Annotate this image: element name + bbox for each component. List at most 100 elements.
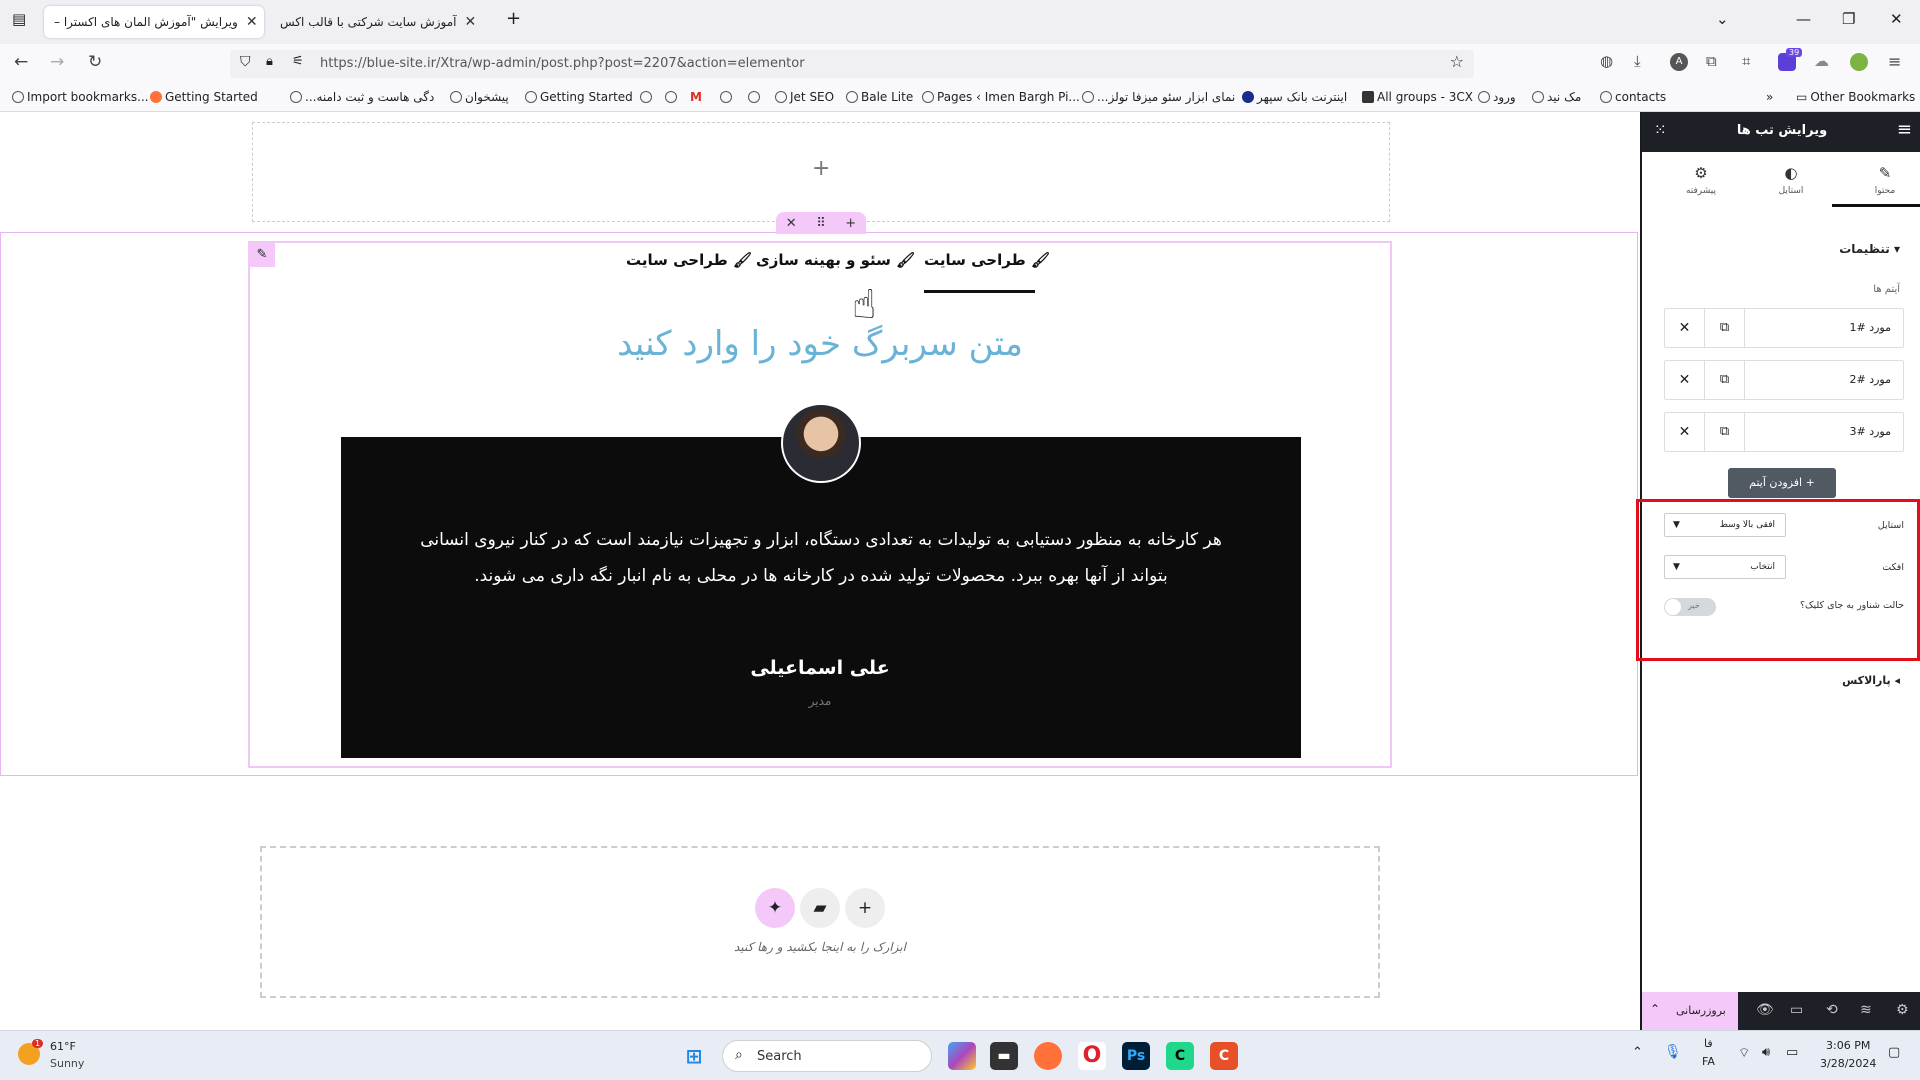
chevron-down-icon[interactable]: ⌄ xyxy=(1716,10,1729,28)
notification-icon[interactable]: ▢ xyxy=(1888,1045,1900,1060)
language-top[interactable]: فا xyxy=(1704,1037,1713,1050)
bookmark-star-icon[interactable]: ☆ xyxy=(1450,52,1464,71)
browser-tab[interactable]: آموزش سایت شرکتی با قالب اکس ✕ xyxy=(270,6,486,38)
tab-content[interactable]: ✎ محتوا xyxy=(1850,164,1920,196)
globe-icon[interactable] xyxy=(640,90,655,104)
tab-title-1[interactable]: 🖌︎ طراحی سایت xyxy=(924,251,1050,269)
minimize-icon[interactable]: — xyxy=(1796,10,1811,28)
section-handle[interactable]: ✕ ⠿ + xyxy=(776,212,866,234)
bookmark-item[interactable]: Getting Started xyxy=(150,90,258,104)
repeater-item[interactable]: ✕ ⧉ مورد #1 xyxy=(1664,308,1904,348)
tab-list-icon[interactable]: ▤ xyxy=(12,10,26,28)
account-icon[interactable]: A xyxy=(1670,53,1688,71)
battery-icon[interactable]: ▭ xyxy=(1786,1045,1798,1060)
clock-date[interactable]: 3/28/2024 xyxy=(1820,1057,1876,1070)
menu-icon[interactable]: ≡ xyxy=(1888,52,1901,71)
shield-icon[interactable]: ⛉ xyxy=(240,54,251,70)
style-select[interactable]: ▼ افقی بالا وسط xyxy=(1664,513,1786,537)
bookmark-import[interactable]: Import bookmarks... xyxy=(12,90,149,104)
restore-icon[interactable]: ❐ xyxy=(1842,10,1855,28)
taskbar-search[interactable]: ⌕ Search xyxy=(722,1040,932,1072)
bookmark-item[interactable]: Jet SEO xyxy=(775,90,834,104)
bookmark-item[interactable]: ...دگی هاست و ثبت دامنه xyxy=(290,90,434,104)
settings-icon[interactable]: ⚙ xyxy=(1896,1002,1909,1018)
template-folder-icon[interactable]: ▰ xyxy=(800,888,840,928)
windows-start-icon[interactable]: ⊞ xyxy=(680,1042,708,1070)
bookmark-item[interactable]: پیشخوان xyxy=(450,90,509,104)
layers-icon[interactable]: ≋ xyxy=(1860,1002,1872,1018)
gmail-icon[interactable]: M xyxy=(690,90,702,104)
close-window-icon[interactable]: ✕ xyxy=(1890,10,1903,28)
tab-title-2[interactable]: 🖌︎ سئو و بهینه سازی xyxy=(756,251,915,269)
bookmark-item[interactable]: All groups - 3CX xyxy=(1362,90,1473,104)
ai-sparkle-icon[interactable]: ✦ xyxy=(755,888,795,928)
bookmark-item[interactable]: Pages ‹ Imen Bargh Pi... xyxy=(922,90,1080,104)
duplicate-item-icon[interactable]: ⧉ xyxy=(1705,309,1745,347)
add-item-button[interactable]: + افزودن آیتم xyxy=(1728,468,1836,498)
microphone-icon[interactable]: 🎙︎ xyxy=(1664,1044,1682,1060)
extension-icon[interactable] xyxy=(1850,53,1868,71)
edit-widget-icon[interactable]: ✎ xyxy=(249,243,275,267)
duplicate-item-icon[interactable]: ⧉ xyxy=(1705,361,1745,399)
downloads-icon[interactable]: ⤓ xyxy=(1634,52,1641,70)
grid-icon[interactable]: ⁙ xyxy=(1654,121,1667,139)
vpn-icon[interactable]: ☁ xyxy=(1814,52,1829,70)
address-bar[interactable]: ⛉ 🔒︎ ⚟ https://blue-site.ir/Xtra/wp-admi… xyxy=(230,50,1474,78)
wifi-icon[interactable]: ⌔ xyxy=(1738,1045,1750,1061)
tray-chevron-icon[interactable]: ⌃ xyxy=(1632,1045,1643,1060)
volume-icon[interactable]: 🔊︎ xyxy=(1762,1045,1770,1060)
hamburger-icon[interactable]: ≡ xyxy=(1897,119,1912,140)
lock-icon[interactable]: 🔒︎ xyxy=(266,54,273,69)
chevron-up-icon[interactable]: ⌃ xyxy=(1650,1002,1660,1016)
delete-section-icon[interactable]: ✕ xyxy=(786,216,797,231)
camtasia-icon[interactable]: C xyxy=(1166,1042,1194,1070)
effect-select[interactable]: ▼ انتخاب xyxy=(1664,555,1786,579)
reload-icon[interactable]: ↻ xyxy=(88,52,102,72)
tab-advanced[interactable]: ⚙ پیشرفته xyxy=(1666,164,1736,196)
tab-title-3[interactable]: 🖌︎ طراحی سایت xyxy=(626,251,752,269)
add-section-icon[interactable]: + xyxy=(845,216,856,231)
bookmark-item[interactable]: Getting Started xyxy=(525,90,633,104)
eye-icon[interactable]: 👁︎ xyxy=(1756,1002,1774,1018)
parallax-section-toggle[interactable]: ◂ پارالاکس xyxy=(1842,674,1900,687)
copilot-icon[interactable] xyxy=(948,1042,976,1070)
browser-tab-active[interactable]: ویرایش "آموزش المان های اکسترا – ✕ xyxy=(44,6,264,38)
remove-item-icon[interactable]: ✕ xyxy=(1665,361,1705,399)
extensions-icon[interactable]: ⧉ xyxy=(1706,52,1717,70)
other-bookmarks[interactable]: ▭ Other Bookmarks xyxy=(1796,90,1915,104)
forward-icon[interactable]: → xyxy=(50,52,64,72)
repeater-item[interactable]: ✕ ⧉ مورد #3 xyxy=(1664,412,1904,452)
language-bottom[interactable]: FA xyxy=(1702,1055,1715,1068)
close-tab-icon[interactable]: ✕ xyxy=(457,14,477,30)
remove-item-icon[interactable]: ✕ xyxy=(1665,413,1705,451)
history-icon[interactable]: ⟲ xyxy=(1826,1002,1838,1018)
drag-handle-icon[interactable]: ⠿ xyxy=(816,216,826,231)
crop-icon[interactable]: ⌗ xyxy=(1742,52,1750,70)
new-tab-icon[interactable]: + xyxy=(506,8,521,29)
update-button[interactable]: ⌃ بروزرسانی xyxy=(1642,992,1738,1030)
camtasia-recorder-icon[interactable]: C xyxy=(1210,1042,1238,1070)
file-explorer-icon[interactable]: ▬ xyxy=(990,1042,1018,1070)
close-tab-icon[interactable]: ✕ xyxy=(238,14,258,30)
bookmark-item[interactable]: مک نید xyxy=(1532,90,1581,104)
settings-section-toggle[interactable]: ▾ تنظیمات xyxy=(1839,242,1900,256)
add-section-icon[interactable]: + xyxy=(812,156,830,181)
globe-icon[interactable] xyxy=(665,90,680,104)
photoshop-icon[interactable]: Ps xyxy=(1122,1042,1150,1070)
responsive-icon[interactable]: ▭ xyxy=(1790,1002,1803,1018)
firefox-icon[interactable] xyxy=(1034,1042,1062,1070)
duplicate-item-icon[interactable]: ⧉ xyxy=(1705,413,1745,451)
back-icon[interactable]: ← xyxy=(14,52,28,72)
add-icon[interactable]: + xyxy=(845,888,885,928)
repeater-item[interactable]: ✕ ⧉ مورد #2 xyxy=(1664,360,1904,400)
remove-item-icon[interactable]: ✕ xyxy=(1665,309,1705,347)
globe-icon[interactable] xyxy=(720,90,735,104)
bookmark-item[interactable]: contacts xyxy=(1600,90,1666,104)
bookmark-item[interactable]: Bale Lite xyxy=(846,90,913,104)
hover-toggle[interactable]: خیر xyxy=(1664,598,1716,616)
bookmark-item[interactable]: ...نمای ابزار سئو میزفا تولز xyxy=(1082,90,1235,104)
clock-time[interactable]: 3:06 PM xyxy=(1826,1039,1870,1052)
opera-icon[interactable]: O xyxy=(1078,1042,1106,1070)
tab-style[interactable]: ◐ استایل xyxy=(1756,164,1826,196)
permissions-icon[interactable]: ⚟ xyxy=(292,54,304,69)
